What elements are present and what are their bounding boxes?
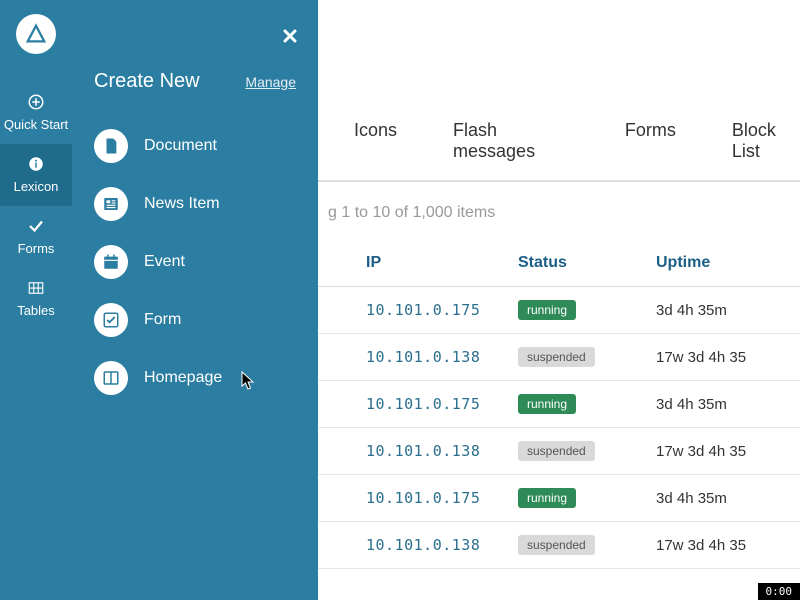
file-icon <box>94 129 128 163</box>
cell-status: running <box>518 300 656 320</box>
tabs: Icons Flash messages Forms Block List <box>318 120 800 182</box>
table-row[interactable]: 10.101.0.175running 3d 4h 35m <box>318 475 800 522</box>
create-item-news-item[interactable]: News Item <box>94 175 300 233</box>
triangle-icon <box>25 23 47 45</box>
listing-caption: g 1 to 10 of 1,000 items <box>328 204 800 222</box>
check-square-icon <box>94 303 128 337</box>
create-item-label: Form <box>144 311 181 329</box>
create-list: Document News Item Event Form Homepage <box>94 117 300 407</box>
status-badge: suspended <box>518 441 595 461</box>
create-item-label: Document <box>144 137 217 155</box>
nav-item-lexicon[interactable]: Lexicon <box>0 144 72 206</box>
cell-uptime: 3d 4h 35m <box>656 490 800 507</box>
create-item-homepage[interactable]: Homepage <box>94 349 300 407</box>
status-badge: suspended <box>518 347 595 367</box>
grid-icon <box>27 278 45 298</box>
cell-uptime: 3d 4h 35m <box>656 396 800 413</box>
status-badge: suspended <box>518 535 595 555</box>
nav-label: Quick Start <box>4 117 68 132</box>
info-circle-icon <box>27 154 45 174</box>
cell-ip: 10.101.0.175 <box>318 395 518 413</box>
columns-icon <box>94 361 128 395</box>
cell-status: running <box>518 394 656 414</box>
table-row[interactable]: 10.101.0.175running 3d 4h 35m <box>318 381 800 428</box>
status-badge: running <box>518 300 576 320</box>
table-row[interactable]: 10.101.0.138suspended 17w 3d 4h 35 <box>318 522 800 569</box>
cell-status: suspended <box>518 535 656 555</box>
create-item-label: Event <box>144 253 185 271</box>
close-icon[interactable] <box>282 28 298 49</box>
cell-uptime: 17w 3d 4h 35 <box>656 537 800 554</box>
cell-ip: 10.101.0.138 <box>318 348 518 366</box>
th-status[interactable]: Status <box>518 254 656 272</box>
main-content: Icons Flash messages Forms Block List g 1 t… <box>318 0 800 600</box>
status-badge: running <box>518 394 576 414</box>
cell-uptime: 17w 3d 4h 35 <box>656 349 800 366</box>
calendar-icon <box>94 245 128 279</box>
status-badge: running <box>518 488 576 508</box>
plus-circle-icon <box>27 92 45 112</box>
create-item-label: Homepage <box>144 369 222 387</box>
nav-label: Forms <box>18 241 55 256</box>
create-item-document[interactable]: Document <box>94 117 300 175</box>
nav-label: Tables <box>17 303 55 318</box>
create-item-form[interactable]: Form <box>94 291 300 349</box>
flyout-title: Create New <box>94 70 200 93</box>
cursor-icon <box>241 371 257 396</box>
cell-ip: 10.101.0.138 <box>318 536 518 554</box>
nav-rail: Quick Start Lexicon Forms Tables <box>0 0 72 600</box>
cell-uptime: 3d 4h 35m <box>656 302 800 319</box>
manage-link[interactable]: Manage <box>245 74 296 90</box>
nav-item-forms[interactable]: Forms <box>0 206 72 268</box>
news-icon <box>94 187 128 221</box>
create-flyout: Create New Manage Document News Item Event… <box>72 0 318 600</box>
create-item-label: News Item <box>144 195 220 213</box>
cell-status: suspended <box>518 441 656 461</box>
cell-ip: 10.101.0.175 <box>318 489 518 507</box>
time-overlay: 0:00 <box>758 583 800 600</box>
table-body: 10.101.0.175running3d 4h 35m10.101.0.138… <box>318 287 800 569</box>
table-row[interactable]: 10.101.0.138suspended 17w 3d 4h 35 <box>318 428 800 475</box>
nav-label: Lexicon <box>14 179 59 194</box>
nav-item-quick-start[interactable]: Quick Start <box>0 82 72 144</box>
table-header: IP Status Uptime <box>318 244 800 287</box>
th-uptime[interactable]: Uptime <box>656 254 800 272</box>
tab-block-list[interactable]: Block List <box>732 120 800 162</box>
cell-status: suspended <box>518 347 656 367</box>
create-item-event[interactable]: Event <box>94 233 300 291</box>
table-row[interactable]: 10.101.0.175running 3d 4h 35m <box>318 287 800 334</box>
app-logo[interactable] <box>16 14 56 54</box>
tab-forms[interactable]: Forms <box>625 120 676 162</box>
cell-status: running <box>518 488 656 508</box>
tab-flash-messages[interactable]: Flash messages <box>453 120 569 162</box>
cell-uptime: 17w 3d 4h 35 <box>656 443 800 460</box>
cell-ip: 10.101.0.138 <box>318 442 518 460</box>
th-ip[interactable]: IP <box>318 254 518 272</box>
tab-icons[interactable]: Icons <box>354 120 397 162</box>
nav-item-tables[interactable]: Tables <box>0 268 72 330</box>
table-row[interactable]: 10.101.0.138suspended 17w 3d 4h 35 <box>318 334 800 381</box>
cell-ip: 10.101.0.175 <box>318 301 518 319</box>
check-icon <box>27 216 45 236</box>
